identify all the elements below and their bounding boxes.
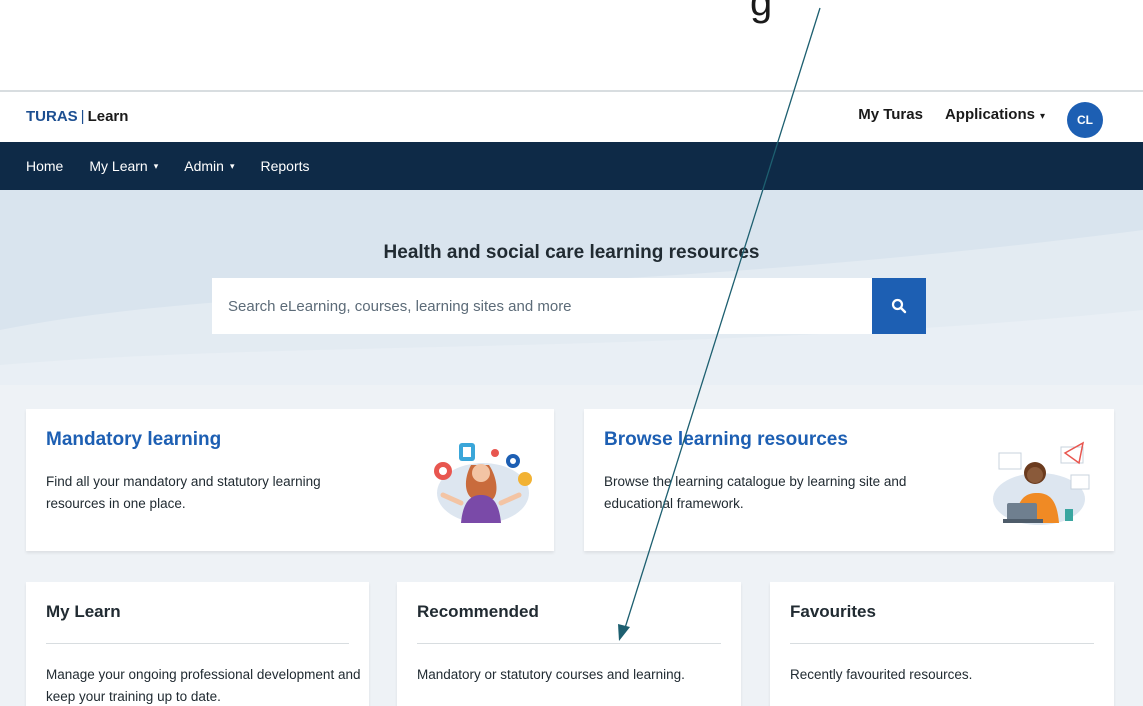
nav-item-my-learn[interactable]: My Learn ▾	[89, 158, 158, 174]
logo-separator: |	[80, 108, 85, 125]
person-with-icons-illustration	[434, 443, 532, 523]
hero-banner: Health and social care learning resource…	[0, 190, 1143, 385]
card-description: Browse the learning catalogue by learnin…	[604, 474, 907, 511]
nav-item-label: Reports	[260, 158, 310, 174]
search-input[interactable]	[212, 278, 872, 334]
card-divider	[46, 643, 349, 644]
logo[interactable]: TURAS | Learn	[26, 108, 128, 125]
recommended-card[interactable]: Recommended Mandatory or statutory cours…	[397, 582, 741, 706]
card-title[interactable]: Favourites	[790, 602, 876, 622]
mandatory-learning-card[interactable]: Mandatory learning Find all your mandato…	[26, 409, 554, 551]
card-divider	[417, 643, 721, 644]
card-title[interactable]: Mandatory learning	[46, 429, 221, 451]
card-divider	[790, 643, 1094, 644]
search-icon	[891, 298, 907, 314]
card-title[interactable]: Browse learning resources	[604, 429, 848, 451]
header: TURAS | Learn My Turas Applications ▾ CL	[0, 90, 1143, 142]
applications-label: Applications	[944, 106, 1035, 123]
search-button[interactable]	[872, 278, 926, 334]
my-turas-link[interactable]: My Turas	[858, 106, 923, 123]
main-nav: Home My Learn ▾ Admin ▾ Reports	[0, 142, 1143, 190]
my-learn-card[interactable]: My Learn Manage your ongoing professiona…	[26, 582, 369, 706]
card-description: Manage your ongoing professional develop…	[46, 667, 361, 704]
card-description: Mandatory or statutory courses and learn…	[417, 667, 685, 682]
caret-down-icon: ▾	[229, 160, 235, 171]
logo-product: Learn	[87, 108, 129, 125]
card-description: Find all your mandatory and statutory le…	[46, 474, 321, 511]
favourites-card[interactable]: Favourites Recently favourited resources…	[770, 582, 1114, 706]
card-title[interactable]: Recommended	[417, 602, 539, 622]
person-at-laptop-illustration	[993, 441, 1090, 525]
caret-down-icon: ▾	[153, 160, 159, 171]
applications-menu[interactable]: Applications ▾	[945, 106, 1045, 123]
browse-learning-resources-card[interactable]: Browse learning resources Browse the lea…	[584, 409, 1114, 551]
logo-brand: TURAS	[26, 108, 78, 125]
hero-title: Health and social care learning resource…	[383, 242, 760, 263]
nav-item-label: My Learn	[89, 158, 148, 174]
annotation-text: g	[750, 0, 773, 24]
nav-item-label: Home	[26, 158, 64, 174]
avatar[interactable]: CL	[1067, 102, 1103, 138]
content-area: Mandatory learning Find all your mandato…	[0, 385, 1143, 706]
nav-item-label: Admin	[184, 158, 224, 174]
card-title[interactable]: My Learn	[46, 602, 121, 622]
card-description: Recently favourited resources.	[790, 667, 973, 682]
caret-down-icon: ▾	[1039, 111, 1045, 122]
page: g TURAS | Learn My Turas Applications ▾ CL …	[0, 0, 1143, 706]
nav-item-home[interactable]: Home	[26, 158, 63, 174]
nav-item-admin[interactable]: Admin ▾	[184, 158, 234, 174]
nav-item-reports[interactable]: Reports	[260, 158, 309, 174]
